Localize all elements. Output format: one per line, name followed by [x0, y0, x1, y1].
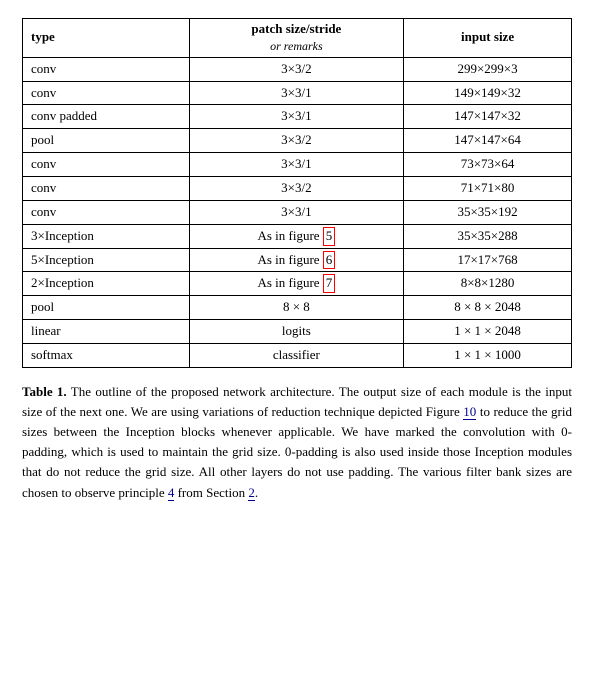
cell-patch: 3×3/2	[189, 129, 403, 153]
cell-input: 35×35×192	[404, 200, 572, 224]
cell-input: 71×71×80	[404, 177, 572, 201]
table-row: softmaxclassifier1 × 1 × 1000	[23, 344, 572, 368]
cell-input: 1 × 1 × 2048	[404, 320, 572, 344]
cell-type: conv	[23, 177, 190, 201]
cell-type: 5×Inception	[23, 248, 190, 272]
patch-header-sub: or remarks	[270, 39, 323, 53]
cell-patch: As in figure 7	[189, 272, 403, 296]
table-row: linearlogits1 × 1 × 2048	[23, 320, 572, 344]
cell-patch: 3×3/1	[189, 200, 403, 224]
cell-input: 8×8×1280	[404, 272, 572, 296]
caption-ref1[interactable]: 10	[463, 404, 476, 420]
cell-type: pool	[23, 129, 190, 153]
cell-patch: 3×3/1	[189, 105, 403, 129]
cell-type: conv	[23, 57, 190, 81]
caption-label: Table 1.	[22, 384, 67, 399]
table-row: 5×InceptionAs in figure 617×17×768	[23, 248, 572, 272]
figure-ref-box: 7	[323, 274, 336, 293]
table-row: 2×InceptionAs in figure 78×8×1280	[23, 272, 572, 296]
cell-input: 299×299×3	[404, 57, 572, 81]
cell-patch: logits	[189, 320, 403, 344]
cell-patch: 3×3/1	[189, 153, 403, 177]
cell-type: conv	[23, 153, 190, 177]
cell-input: 147×147×64	[404, 129, 572, 153]
cell-input: 73×73×64	[404, 153, 572, 177]
cell-input: 35×35×288	[404, 224, 572, 248]
table-row: conv3×3/271×71×80	[23, 177, 572, 201]
col-type-header: type	[23, 19, 190, 58]
table-row: conv3×3/2299×299×3	[23, 57, 572, 81]
table-row: conv3×3/1149×149×32	[23, 81, 572, 105]
table-row: conv3×3/135×35×192	[23, 200, 572, 224]
cell-input: 1 × 1 × 1000	[404, 344, 572, 368]
cell-patch: As in figure 6	[189, 248, 403, 272]
cell-patch: 8 × 8	[189, 296, 403, 320]
cell-type: softmax	[23, 344, 190, 368]
col-patch-header: patch size/stride or remarks	[189, 19, 403, 58]
table-row: 3×InceptionAs in figure 535×35×288	[23, 224, 572, 248]
cell-patch: 3×3/2	[189, 177, 403, 201]
figure-ref-box: 5	[323, 227, 336, 246]
table-caption: Table 1. The outline of the proposed net…	[22, 382, 572, 503]
cell-type: conv	[23, 200, 190, 224]
cell-input: 147×147×32	[404, 105, 572, 129]
cell-type: pool	[23, 296, 190, 320]
table-row: conv padded3×3/1147×147×32	[23, 105, 572, 129]
table-row: pool3×3/2147×147×64	[23, 129, 572, 153]
patch-header-main: patch size/stride	[251, 21, 341, 36]
figure-ref-box: 6	[323, 251, 336, 270]
cell-type: 2×Inception	[23, 272, 190, 296]
architecture-table: type patch size/stride or remarks input …	[22, 18, 572, 368]
cell-patch: As in figure 5	[189, 224, 403, 248]
cell-patch: 3×3/2	[189, 57, 403, 81]
cell-type: linear	[23, 320, 190, 344]
table-row: pool8 × 88 × 8 × 2048	[23, 296, 572, 320]
col-input-header: input size	[404, 19, 572, 58]
cell-input: 149×149×32	[404, 81, 572, 105]
cell-input: 8 × 8 × 2048	[404, 296, 572, 320]
cell-type: conv	[23, 81, 190, 105]
cell-input: 17×17×768	[404, 248, 572, 272]
cell-type: 3×Inception	[23, 224, 190, 248]
caption-text4: .	[255, 485, 258, 500]
cell-type: conv padded	[23, 105, 190, 129]
caption-text3: from Section	[174, 485, 248, 500]
cell-patch: 3×3/1	[189, 81, 403, 105]
cell-patch: classifier	[189, 344, 403, 368]
table-row: conv3×3/173×73×64	[23, 153, 572, 177]
